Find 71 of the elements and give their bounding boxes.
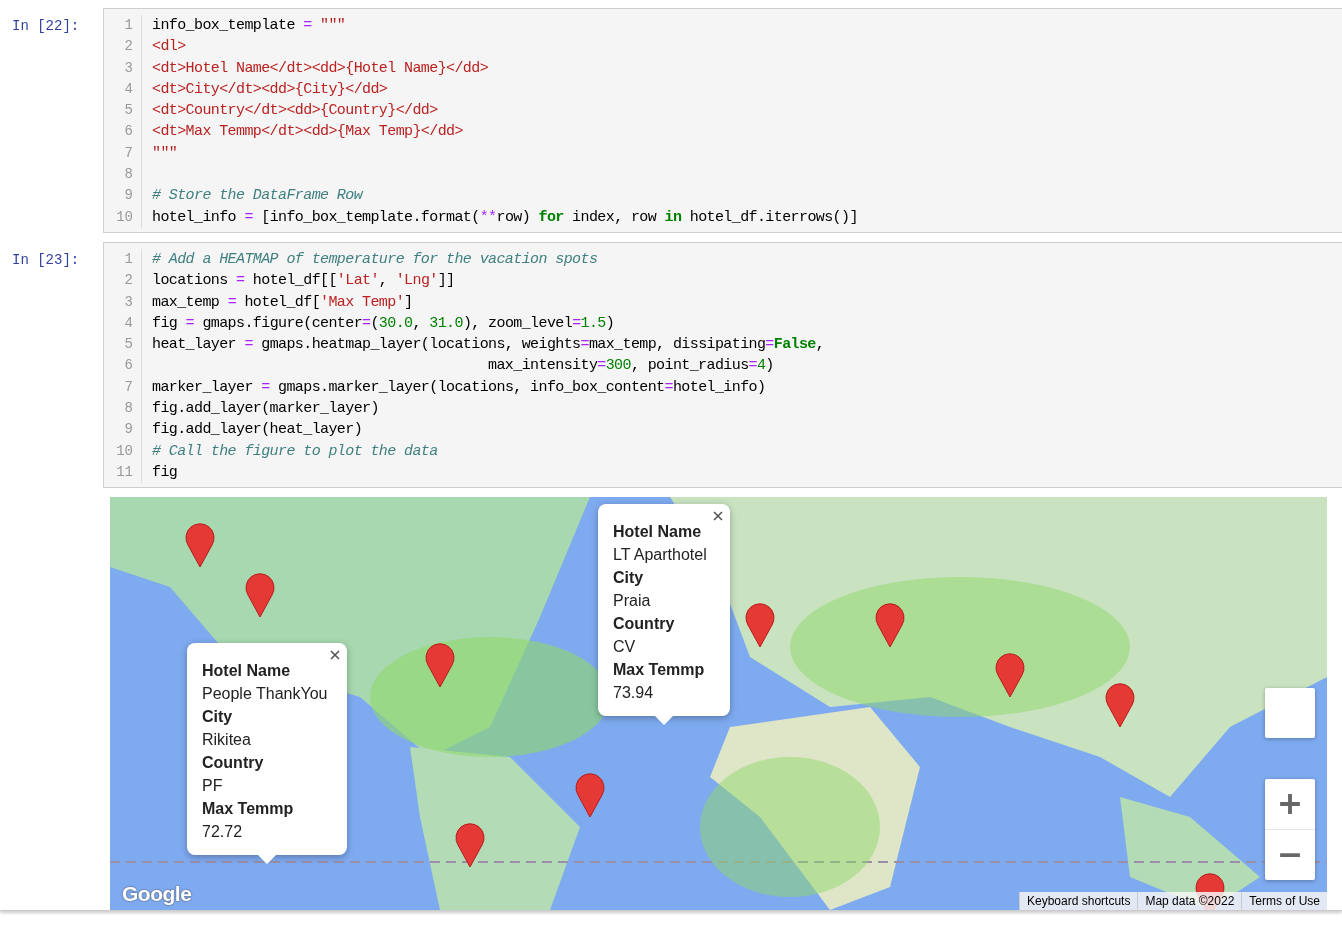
line-number: 4 [123, 313, 133, 333]
field-value: LT Aparthotel [613, 545, 708, 566]
field-label: City [613, 568, 645, 589]
plus-icon [1279, 793, 1301, 816]
line-number: 9 [123, 186, 133, 206]
line-number: 3 [123, 58, 133, 78]
line-number: 1 [123, 249, 133, 269]
code-line: max_temp = hotel_df['Max Temp'] [152, 292, 414, 313]
code-line: <dt>City</dt><dd>{City}</dd> [152, 79, 389, 100]
code-line: fig = gmaps.figure(center=(30.0, 31.0), zoom_level=1.5) [152, 313, 616, 334]
line-number: 7 [123, 143, 133, 163]
code-editor[interactable] [103, 241, 1342, 489]
code-line: fig.add_layer(marker_layer) [152, 399, 380, 420]
code-line: # Add a HEATMAP of temperature for the vacation spots [152, 249, 599, 270]
close-button[interactable] [329, 649, 341, 662]
close-icon [329, 649, 341, 662]
field-label: Country [613, 614, 676, 635]
code-line: fig [152, 462, 179, 483]
field-value: 72.72 [202, 822, 244, 843]
line-number: 8 [123, 399, 133, 419]
line-number: 6 [123, 122, 133, 142]
footer-link[interactable]: Terms of Use [1241, 892, 1327, 911]
code-line: heat_layer = gmaps.heatmap_layer(locations, weights=max_temp, dissipating=False, [152, 335, 825, 356]
field-label: City [202, 707, 234, 728]
close-icon [712, 510, 724, 523]
code-line: <dt>Hotel Name</dt><dd>{Hotel Name}</dd> [152, 58, 490, 79]
code-line: <dt>Max Temmp</dt><dd>{Max Temp}</dd> [152, 122, 464, 143]
line-number: 6 [123, 356, 133, 376]
code-line: hotel_info = [info_box_template.format(**row) for index, row in hotel_df.iterrows()] [152, 207, 858, 228]
code-editor[interactable] [103, 8, 1342, 233]
field-value: PF [202, 776, 224, 797]
code-line: <dt>Country</dt><dd>{Country}</dd> [152, 101, 439, 122]
field-value: Rikitea [202, 730, 252, 751]
line-number: 4 [123, 79, 133, 99]
minus-icon [1279, 853, 1301, 858]
code-line: # Store the DataFrame Row [152, 186, 365, 207]
line-number: 2 [123, 271, 133, 291]
line-number: 10 [115, 441, 133, 461]
field-label: Hotel Name [613, 522, 703, 543]
field-value: Praia [613, 591, 652, 612]
code-line: marker_layer = gmaps.marker_layer(locations, info_box_content=hotel_info) [152, 377, 767, 398]
field-value: 73.94 [613, 683, 655, 704]
field-value: People ThankYou [202, 684, 325, 705]
line-number: 7 [123, 377, 133, 397]
footer-link[interactable]: Keyboard shortcuts [1019, 892, 1138, 911]
cell-prompt: In [23]: [11, 250, 81, 268]
code-line: max_intensity=300, point_radius=4) [487, 356, 775, 377]
cell-prompt: In [22]: [11, 17, 81, 34]
line-number: 5 [123, 335, 133, 355]
code-line: """ [152, 143, 179, 164]
code-line: info_box_template = """ [152, 16, 347, 36]
code-line: locations = hotel_df[['Lat', 'Lng']] [152, 271, 456, 292]
line-number: 1 [123, 16, 133, 35]
code-line: fig.add_layer(heat_layer) [152, 420, 364, 441]
line-number: 9 [123, 420, 133, 440]
field-label: Max Temmp [202, 799, 295, 820]
line-number: 10 [115, 207, 133, 227]
field-label: Max Temmp [613, 660, 706, 681]
close-button[interactable] [712, 510, 724, 523]
line-number: 8 [123, 165, 133, 185]
code-line: # Call the figure to plot the data [152, 441, 439, 462]
line-number: 5 [123, 101, 133, 121]
field-label: Hotel Name [202, 661, 292, 682]
footer-link[interactable]: Map data ©2022 [1137, 892, 1242, 911]
code-line: <dl> [152, 37, 187, 58]
line-number: 2 [123, 37, 133, 57]
google-logo: Google [122, 882, 192, 907]
field-label: Country [202, 753, 265, 774]
line-number: 3 [123, 292, 133, 312]
field-value: CV [613, 637, 637, 658]
line-number: 11 [115, 462, 133, 482]
